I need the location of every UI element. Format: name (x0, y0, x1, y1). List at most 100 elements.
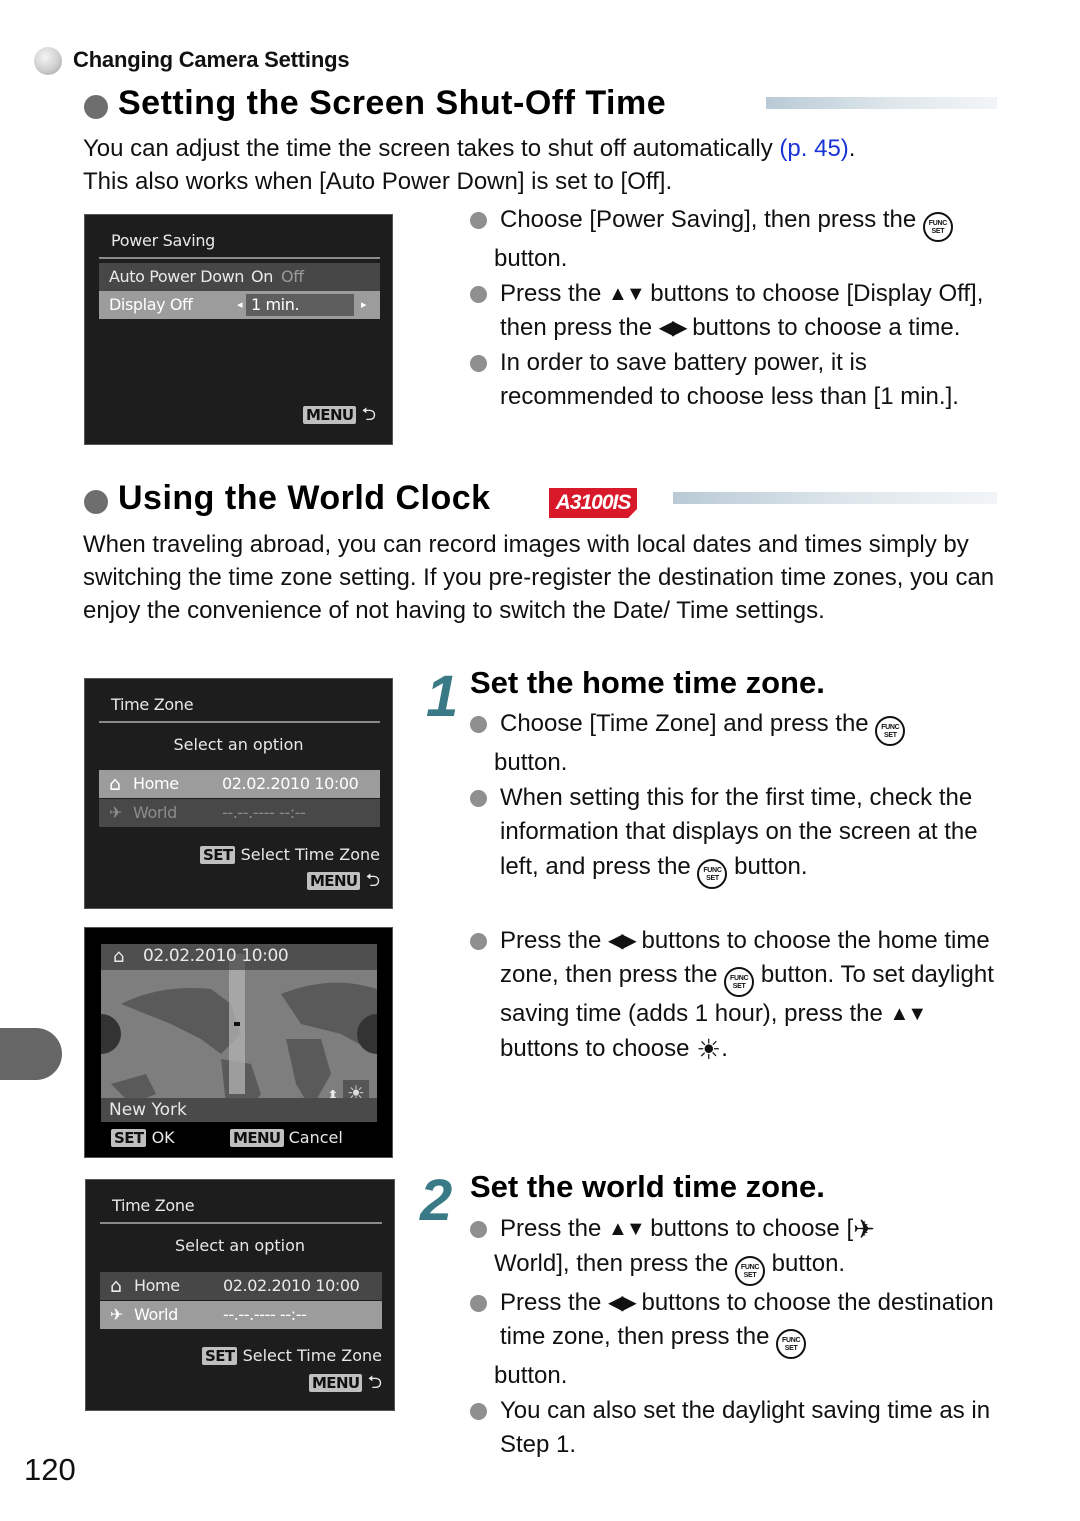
func-set-button-icon: FUNC SET (922, 212, 953, 242)
set-hint: SET Select Time Zone (200, 845, 380, 864)
step-number-1: 1 (426, 664, 459, 729)
display-off-row[interactable]: Display Off ◂ 1 min. ▸ (99, 291, 380, 319)
step2-instructions: Press the ▲▼ buttons to choose [✈ World]… (470, 1212, 1000, 1463)
chapter-side-tab (0, 1028, 62, 1080)
world-map[interactable]: ⌂ 02.02.2010 10:00 ⬍ ☀ (101, 944, 377, 1120)
return-arrow-icon: ⮌ (365, 870, 380, 891)
menu-key: MENU (308, 1374, 363, 1392)
instruction-item: In order to save battery power, it is re… (470, 346, 1000, 415)
section-bullet-icon (84, 490, 108, 514)
world-row[interactable]: ✈ World --.--.---- --:-- (99, 799, 380, 827)
breadcrumb-bullet-icon (34, 47, 62, 75)
intro-text: You can adjust the time the screen takes… (83, 135, 780, 162)
instruction-item: Press the ▲▼ buttons to choose [Display … (470, 277, 1000, 346)
section2-intro: When traveling abroad, you can record im… (83, 531, 995, 624)
menu-key: MENU (302, 406, 357, 424)
menu-return-hint: MENU ⮌ (306, 868, 380, 898)
left-right-arrows-icon: ◀▶ (658, 317, 688, 339)
row-label: World (133, 803, 177, 822)
intro-text-2: This also works when [Auto Power Down] i… (83, 168, 673, 195)
row-value: --.--.---- --:-- (222, 803, 306, 822)
func-set-button-icon: FUNC SET (697, 858, 728, 889)
screen-divider (99, 257, 380, 259)
row-label: Auto Power Down (109, 267, 245, 286)
screen-subtitle: Select an option (174, 1236, 306, 1255)
set-hint: SET Select Time Zone (202, 1346, 382, 1365)
func-set-button-icon: FUNC SET (724, 967, 755, 997)
set-key: SET (111, 1129, 147, 1147)
return-arrow-icon: ⮌ (367, 1372, 382, 1393)
section-bullet-icon (84, 95, 108, 119)
left-right-arrows-icon: ◀▶ (608, 1291, 637, 1314)
screen-title: Power Saving (111, 231, 216, 250)
airplane-icon: ✈ (853, 1214, 875, 1244)
row-value: 02.02.2010 10:00 (223, 1276, 360, 1295)
instruction-item: Press the ◀▶ buttons to choose the home … (470, 924, 1000, 1068)
world-map-screen: ⌂ 02.02.2010 10:00 ⬍ ☀ New York SET OK M… (84, 927, 393, 1158)
page-number: 120 (24, 1452, 76, 1487)
auto-power-down-row[interactable]: Auto Power Down On Off (99, 263, 380, 291)
home-icon: ⌂ (113, 946, 125, 967)
option-off[interactable]: Off (281, 263, 304, 291)
model-badge: A3100IS (549, 488, 637, 518)
instruction-item: You can also set the daylight saving tim… (470, 1394, 1000, 1463)
home-row[interactable]: ⌂ Home 02.02.2010 10:00 (100, 1272, 382, 1300)
set-key: SET (202, 1347, 238, 1365)
arrow-right-icon[interactable]: ▸ (361, 291, 367, 319)
menu-key: MENU (306, 872, 361, 890)
section1-instructions: Choose [Power Saving], then press the FU… (470, 203, 1000, 415)
row-label: Home (133, 774, 179, 793)
city-name: New York (109, 1100, 187, 1120)
func-set-button-icon: FUNC SET (776, 1329, 807, 1359)
breadcrumb: Changing Camera Settings (73, 47, 350, 72)
left-right-arrows-icon: ◀▶ (608, 929, 637, 952)
return-arrow-icon: ⮌ (361, 404, 376, 425)
step1-instructions: Choose [Time Zone] and press the FUNC SET… (470, 707, 1000, 1067)
map-datetime: 02.02.2010 10:00 (143, 946, 289, 966)
home-row[interactable]: ⌂ Home 02.02.2010 10:00 (99, 770, 380, 798)
home-icon: ⌂ (109, 773, 121, 795)
cancel-label: Cancel (288, 1128, 343, 1147)
page-45-link[interactable]: (p. 45) (779, 135, 848, 162)
arrow-left-icon[interactable]: ◂ (237, 291, 243, 319)
world-row[interactable]: ✈ World --.--.---- --:-- (100, 1301, 382, 1329)
instruction-item: Press the ▲▼ buttons to choose [✈ World]… (470, 1212, 1000, 1286)
ok-label: OK (151, 1128, 175, 1147)
cancel-hint[interactable]: MENU Cancel (230, 1128, 343, 1147)
up-down-arrows-icon: ▲▼ (889, 1003, 928, 1025)
func-set-button-icon: FUNC SET (875, 716, 906, 746)
time-zone-screen-home: Time Zone Select an option ⌂ Home 02.02.… (84, 678, 393, 909)
set-hint-label: Select Time Zone (242, 1346, 382, 1365)
sun-daylight-icon: ☀ (696, 1033, 722, 1065)
option-on[interactable]: On (251, 263, 273, 291)
section-title-world-clock: Using the World Clock (118, 479, 491, 517)
step-title-2: Set the world time zone. (470, 1169, 825, 1204)
row-value: 02.02.2010 10:00 (222, 774, 359, 793)
set-hint-label: Select Time Zone (240, 845, 380, 864)
power-saving-screen: Power Saving Auto Power Down On Off Disp… (84, 214, 393, 445)
airplane-icon: ✈ (109, 803, 123, 822)
ok-hint[interactable]: SET OK (111, 1128, 175, 1147)
instruction-item: Choose [Power Saving], then press the FU… (470, 203, 1000, 277)
row-value: --.--.---- --:-- (223, 1305, 307, 1324)
screen-subtitle: Select an option (173, 735, 304, 754)
section1-intro: You can adjust the time the screen takes… (83, 132, 1003, 198)
step-number-2: 2 (420, 1168, 453, 1233)
menu-return-hint: MENU ⮌ (302, 402, 376, 432)
screen-divider (100, 1222, 382, 1224)
menu-key: MENU (230, 1129, 284, 1147)
screen-divider (99, 721, 380, 723)
row-label: Home (134, 1276, 180, 1295)
instruction-item: When setting this for the first time, ch… (470, 781, 1000, 889)
row-label: World (134, 1305, 178, 1324)
instruction-item: Choose [Time Zone] and press the FUNC SET… (470, 707, 1000, 781)
row-label: Display Off (109, 295, 193, 314)
airplane-icon: ✈ (110, 1305, 124, 1324)
display-off-value: 1 min. (251, 295, 300, 314)
screen-title: Time Zone (112, 1196, 195, 1215)
section-title-shutoff: Setting the Screen Shut-Off Time (118, 84, 667, 122)
time-zone-screen-world: Time Zone Select an option ⌂ Home 02.02.… (85, 1179, 395, 1411)
section-rule (673, 492, 997, 504)
home-icon: ⌂ (110, 1275, 122, 1297)
menu-return-hint: MENU ⮌ (308, 1370, 382, 1400)
